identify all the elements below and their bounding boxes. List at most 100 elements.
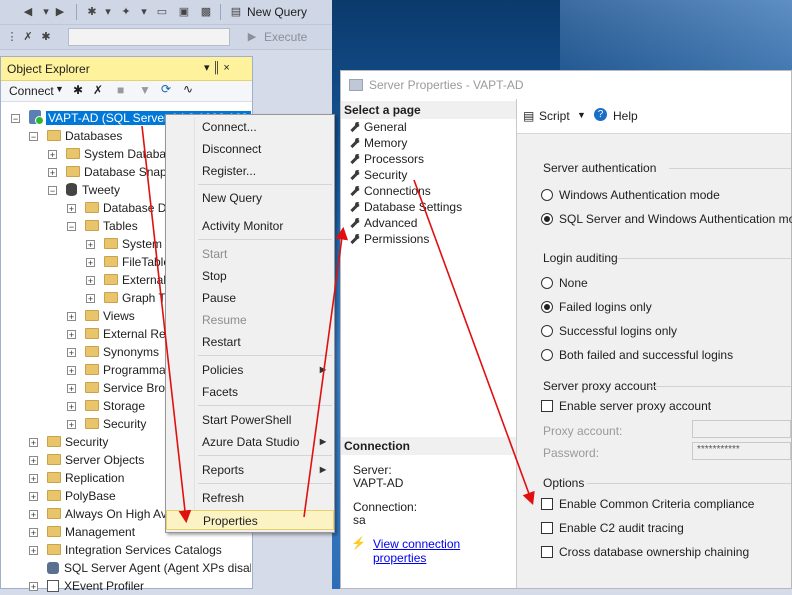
expand-icon[interactable]: + — [29, 510, 38, 520]
connect-button[interactable]: Connect — [9, 84, 54, 98]
refresh-icon[interactable]: ⟳ — [161, 82, 171, 96]
page-advanced[interactable]: Advanced — [349, 215, 417, 231]
menu-item-activity-monitor[interactable]: Activity Monitor — [166, 216, 334, 236]
dropdown-icon[interactable]: ▾ — [136, 4, 152, 20]
save-icon[interactable]: ▣ — [176, 4, 192, 20]
wrench-icon — [349, 186, 360, 196]
collapse-icon[interactable]: − — [29, 132, 38, 142]
expand-icon[interactable]: + — [29, 438, 38, 448]
expand-icon[interactable]: + — [48, 168, 57, 178]
menu-item-stop[interactable]: Stop — [166, 266, 334, 286]
expand-icon[interactable]: + — [86, 258, 95, 268]
menu-item-start-powershell[interactable]: Start PowerShell — [166, 410, 334, 430]
new-project-icon[interactable]: ✱ — [84, 4, 100, 20]
open-folder-icon[interactable]: ▭ — [154, 4, 170, 20]
connect-dropdown-icon[interactable]: ▼ — [55, 84, 64, 94]
c2-audit-checkbox[interactable] — [541, 522, 553, 534]
menu-item-label: Start — [202, 247, 228, 261]
expand-icon[interactable]: + — [29, 582, 38, 592]
enable-proxy-checkbox[interactable] — [541, 400, 553, 412]
change-connection-icon[interactable]: ✱ — [38, 29, 54, 45]
expand-icon[interactable]: + — [67, 312, 76, 322]
stop-icon[interactable]: ■ — [117, 83, 124, 97]
page-connections[interactable]: Connections — [349, 183, 431, 199]
expand-icon[interactable]: + — [86, 294, 95, 304]
audit-none-radio[interactable] — [541, 277, 553, 289]
execute-icon[interactable]: ▶ — [244, 29, 260, 45]
new-query-button[interactable]: New Query — [247, 5, 307, 19]
forward-icon[interactable]: ▶ — [52, 4, 68, 20]
filter-icon[interactable]: ▼ — [139, 83, 151, 97]
menu-item-connect[interactable]: Connect... — [166, 117, 334, 137]
menu-item-properties[interactable]: Properties — [166, 510, 334, 530]
page-memory[interactable]: Memory — [349, 135, 407, 151]
menu-item-label: New Query — [202, 191, 263, 205]
audit-failed-radio[interactable] — [541, 301, 553, 313]
windows-auth-radio[interactable] — [541, 189, 553, 201]
expand-icon[interactable]: + — [29, 492, 38, 502]
password-input[interactable]: *********** — [692, 442, 791, 460]
dropdown-icon[interactable]: ▾ — [100, 4, 116, 20]
audit-both-radio[interactable] — [541, 349, 553, 361]
cross-db-checkbox[interactable] — [541, 546, 553, 558]
panel-window-controls[interactable]: ▾ ║ × — [204, 61, 230, 74]
script-button[interactable]: Script — [539, 109, 570, 123]
common-criteria-checkbox[interactable] — [541, 498, 553, 510]
expand-icon[interactable]: + — [86, 240, 95, 250]
page-permissions[interactable]: Permissions — [349, 231, 429, 247]
audit-successful-radio[interactable] — [541, 325, 553, 337]
expand-icon[interactable]: + — [29, 456, 38, 466]
expand-icon[interactable]: + — [67, 366, 76, 376]
expand-icon[interactable]: + — [67, 348, 76, 358]
activity-monitor-icon[interactable]: ∿ — [183, 82, 193, 96]
menu-item-restart[interactable]: Restart — [166, 332, 334, 352]
new-item-icon[interactable]: ✦ — [118, 4, 134, 20]
view-connection-properties-link[interactable]: View connection properties — [373, 537, 516, 565]
folder-icon — [47, 490, 61, 501]
collapse-icon[interactable]: − — [11, 114, 20, 124]
page-processors[interactable]: Processors — [349, 151, 424, 167]
menu-item-register[interactable]: Register... — [166, 161, 334, 181]
menu-item-start[interactable]: Start — [166, 244, 334, 264]
menu-item-azure-data-studio[interactable]: Azure Data Studio ▶ — [166, 432, 334, 452]
page-database-settings[interactable]: Database Settings — [349, 199, 462, 215]
menu-item-label: Disconnect — [202, 142, 262, 156]
mixed-auth-radio[interactable] — [541, 213, 553, 225]
menu-item-disconnect[interactable]: Disconnect — [166, 139, 334, 159]
connect-icon[interactable]: ✱ — [73, 83, 83, 97]
menu-item-new-query[interactable]: New Query — [166, 188, 334, 208]
back-icon[interactable]: ◀ — [20, 4, 36, 20]
available-databases-dropdown[interactable] — [68, 28, 230, 46]
page-general[interactable]: General — [349, 119, 407, 135]
expand-icon[interactable]: + — [67, 420, 76, 430]
collapse-icon[interactable]: − — [67, 222, 76, 232]
expand-icon[interactable]: + — [29, 474, 38, 484]
new-query-icon[interactable]: ▤ — [228, 4, 244, 20]
expand-icon[interactable]: + — [48, 150, 57, 160]
expand-icon[interactable]: + — [67, 384, 76, 394]
save-all-icon[interactable]: ▩ — [198, 4, 214, 20]
menu-item-pause[interactable]: Pause — [166, 288, 334, 308]
collapse-icon[interactable]: − — [48, 186, 57, 196]
help-button[interactable]: Help — [613, 109, 638, 123]
expand-icon[interactable]: + — [67, 330, 76, 340]
script-icon[interactable]: ▤ — [523, 109, 534, 123]
expand-icon[interactable]: + — [29, 528, 38, 538]
proxy-account-input[interactable] — [692, 420, 791, 438]
connect-icon[interactable]: ✗ — [20, 29, 36, 45]
page-security[interactable]: Security — [349, 167, 407, 183]
expand-icon[interactable]: + — [67, 204, 76, 214]
expand-icon[interactable]: + — [29, 546, 38, 556]
expand-icon[interactable]: + — [86, 276, 95, 286]
execute-button[interactable]: Execute — [264, 30, 307, 44]
help-icon[interactable]: ? — [594, 108, 607, 121]
menu-item-resume[interactable]: Resume — [166, 310, 334, 330]
menu-item-policies[interactable]: Policies ▶ — [166, 360, 334, 380]
disconnect-icon[interactable]: ✗ — [93, 83, 103, 97]
menu-item-reports[interactable]: Reports ▶ — [166, 460, 334, 480]
expand-icon[interactable]: + — [67, 402, 76, 412]
menu-item-facets[interactable]: Facets — [166, 382, 334, 402]
tree-node-sql-agent[interactable]: SQL Server Agent (Agent XPs disabled) — [29, 559, 251, 577]
script-dropdown-icon[interactable]: ▼ — [577, 110, 586, 120]
menu-item-refresh[interactable]: Refresh — [166, 488, 334, 508]
